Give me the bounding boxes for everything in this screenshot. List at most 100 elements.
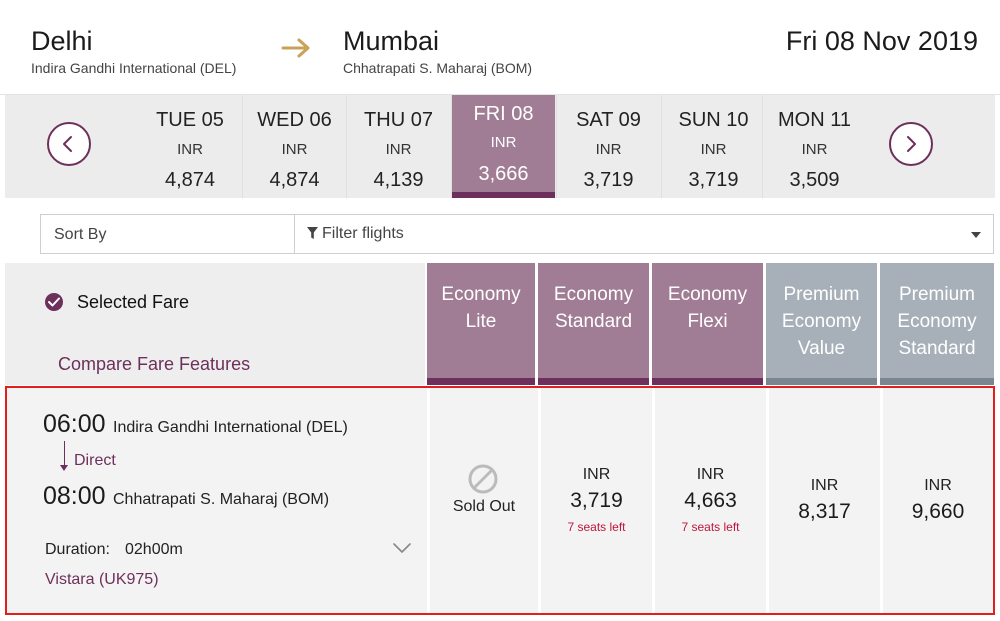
travel-date: Fri 08 Nov 2019 [785, 26, 978, 56]
route-header: Delhi Indira Gandhi International (DEL) … [0, 0, 1000, 95]
route-line [64, 441, 65, 465]
next-dates-button[interactable] [889, 122, 933, 166]
chevron-right-icon [907, 136, 916, 152]
sort-by-label: Sort By [54, 226, 107, 243]
seats-left: 7 seats left [567, 520, 626, 534]
check-circle-icon [45, 293, 63, 311]
duration-label: Duration: [45, 541, 110, 558]
chevron-left-icon [63, 136, 72, 152]
origin-airport: Indira Gandhi International (DEL) [31, 60, 237, 76]
date-label: SUN 10 [678, 109, 749, 131]
departure-airport: Indira Gandhi International (DEL) [113, 419, 348, 436]
sold-out-label: Sold Out [452, 498, 516, 515]
fare-column-economy-lite: Economy Lite [427, 263, 535, 385]
origin-city: Delhi [31, 26, 93, 56]
flight-info: 06:00 Indira Gandhi International (DEL) … [7, 388, 427, 613]
seats-left: 7 seats left [681, 520, 740, 534]
fare-column-bar [427, 378, 535, 385]
fare-header-info: Selected Fare Compare Fare Features [5, 263, 425, 385]
fare-column-title: Economy [441, 284, 521, 305]
fare-cell-economy-standard[interactable]: INR 3,719 7 seats left [541, 388, 652, 613]
fare-column-economy-standard: Economy Standard [538, 263, 649, 385]
date-price: 4,874 [164, 169, 216, 191]
fare-currency: INR [924, 477, 952, 494]
prev-dates-button[interactable] [47, 122, 91, 166]
down-arrow-icon [60, 465, 68, 471]
airline-flight-number: Vistara (UK975) [45, 571, 159, 588]
fare-column-title: Standard [898, 338, 976, 359]
departure-time: 06:00 [43, 410, 106, 438]
fare-currency: INR [810, 477, 839, 494]
date-price: 3,719 [688, 169, 739, 191]
fare-column-economy-flexi: Economy Flexi [652, 263, 763, 385]
chevron-down-icon[interactable] [393, 543, 411, 554]
date-label: WED 06 [257, 109, 332, 131]
date-price: 3,509 [789, 169, 840, 191]
fare-column-title: Premium [898, 284, 975, 305]
date-currency: INR [490, 134, 517, 151]
filter-flights-dropdown[interactable]: Filter flights [295, 215, 993, 253]
date-tab-sat-09[interactable]: SAT 09 INR 3,719 [556, 95, 660, 198]
date-tab-tue-05[interactable]: TUE 05 INR 4,874 [138, 95, 242, 198]
fare-column-title: Flexi [687, 311, 728, 332]
date-strip: TUE 05 INR 4,874 WED 06 INR 4,874 THU 07… [5, 95, 995, 198]
fare-column-bar [538, 378, 649, 385]
caret-down-icon [971, 232, 981, 238]
date-tab-thu-07[interactable]: THU 07 INR 4,139 [346, 95, 450, 198]
fare-column-premium-economy-standard: Premium Economy Standard [880, 263, 994, 385]
fare-column-title: Standard [554, 311, 633, 332]
fare-column-title: Value [797, 338, 846, 359]
fare-column-title: Economy [897, 311, 977, 332]
fare-column-title: Premium [783, 284, 860, 305]
fare-column-bar [652, 378, 763, 385]
compare-fare-features-link[interactable]: Compare Fare Features [58, 354, 250, 375]
fare-cell-economy-flexi[interactable]: INR 4,663 7 seats left [655, 388, 766, 613]
fare-amount: 3,719 [570, 489, 623, 512]
stop-type: Direct [74, 452, 116, 469]
fare-amount: 8,317 [798, 500, 851, 523]
fare-column-title: Economy [553, 284, 634, 305]
fare-amount: 4,663 [684, 489, 737, 512]
right-arrow-icon [281, 38, 310, 58]
date-label: MON 11 [778, 109, 851, 131]
date-label: SAT 09 [576, 109, 641, 131]
date-tab-sun-10[interactable]: SUN 10 INR 3,719 [661, 95, 765, 198]
fare-column-title: Economy [667, 284, 748, 305]
date-currency: INR [177, 141, 203, 158]
selected-indicator [452, 192, 555, 198]
fare-column-bar [766, 378, 877, 385]
date-price: 4,874 [269, 169, 320, 191]
date-currency: INR [281, 141, 308, 158]
fare-column-bar [880, 378, 994, 385]
funnel-icon [307, 227, 318, 239]
fare-column-title: Lite [465, 311, 497, 332]
date-tab-mon-11[interactable]: MON 11 INR 3,509 [762, 95, 866, 198]
sort-by-dropdown[interactable]: Sort By [41, 215, 295, 253]
fare-currency: INR [696, 466, 725, 483]
date-label: TUE 05 [156, 109, 224, 131]
destination-airport: Chhatrapati S. Maharaj (BOM) [343, 60, 533, 76]
date-price: 3,666 [478, 163, 529, 185]
date-currency: INR [801, 141, 828, 158]
fare-cell-premium-economy-value[interactable]: INR 8,317 [769, 388, 880, 613]
sort-filter-bar: Sort By Filter flights [40, 214, 994, 254]
date-tab-fri-08-selected[interactable]: FRI 08 INR 3,666 [451, 95, 555, 198]
arrival-airport: Chhatrapati S. Maharaj (BOM) [113, 491, 330, 508]
date-price: 3,719 [583, 169, 634, 191]
date-price: 4,139 [373, 169, 424, 191]
filter-flights-label: Filter flights [322, 225, 404, 242]
duration-value: 02h00m [125, 541, 183, 558]
date-tab-wed-06[interactable]: WED 06 INR 4,874 [242, 95, 346, 198]
flight-result-row: 06:00 Indira Gandhi International (DEL) … [5, 386, 995, 615]
fare-column-title: Economy [781, 311, 862, 332]
arrival-time: 08:00 [43, 482, 106, 510]
date-label: THU 07 [364, 109, 433, 131]
sold-out-icon [468, 464, 498, 494]
date-currency: INR [700, 141, 727, 158]
fare-amount: 9,660 [911, 500, 965, 523]
date-currency: INR [385, 141, 412, 158]
selected-fare-label: Selected Fare [77, 292, 190, 312]
fare-cell-premium-economy-standard[interactable]: INR 9,660 [883, 388, 993, 613]
fare-cell-economy-lite: Sold Out [430, 388, 538, 613]
date-currency: INR [595, 141, 622, 158]
